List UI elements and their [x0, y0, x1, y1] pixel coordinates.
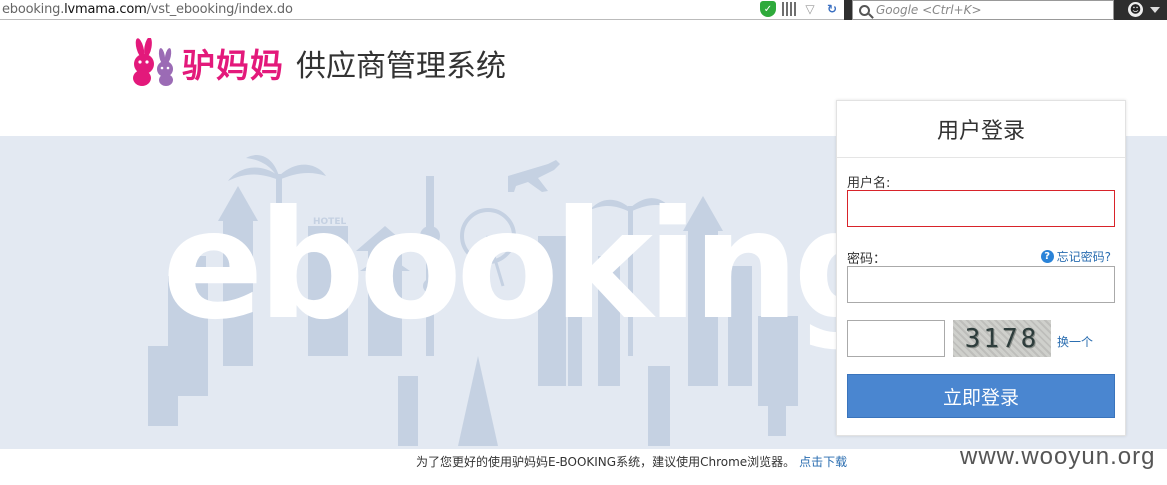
browser-toolbar: ebooking.lvmama.com/vst_ebooking/index.d…: [0, 0, 1167, 20]
watermark: www.wooyun.org: [960, 443, 1156, 470]
username-label: 用户名:: [847, 176, 891, 191]
address-bar[interactable]: ebooking.lvmama.com/vst_ebooking/index.d…: [0, 0, 844, 20]
forgot-password-link[interactable]: ? 忘记密码?: [1040, 248, 1111, 265]
menu-arrow-icon[interactable]: [1150, 7, 1160, 13]
reload-icon[interactable]: ↻: [824, 1, 840, 17]
ebooking-wordmark: ebooking: [162, 179, 901, 353]
captcha-image[interactable]: 3178: [953, 320, 1051, 357]
browser-tip: 为了您更好的使用驴妈妈E-BOOKING系统，建议使用Chrome浏览器。 点击下…: [416, 453, 847, 470]
login-title: 用户登录: [936, 119, 1025, 144]
login-divider: [837, 157, 1125, 158]
bunny-logo-icon: [133, 38, 173, 86]
dropdown-arrow-icon[interactable]: ▽: [802, 1, 818, 17]
password-label: 密码：: [847, 252, 887, 267]
username-input[interactable]: [847, 190, 1115, 227]
browser-tip-text: 为了您更好的使用驴妈妈E-BOOKING系统，建议使用Chrome浏览器。: [416, 455, 796, 469]
login-panel: 用户登录 用户名: 密码： ? 忘记密码? 3178 换一个 立即登录: [836, 100, 1126, 436]
forgot-password-label: 忘记密码?: [1056, 250, 1111, 264]
refresh-captcha-link[interactable]: 换一个: [1057, 333, 1093, 350]
brand-name: 驴妈妈: [182, 46, 284, 85]
search-placeholder: Google <Ctrl+K>: [876, 3, 982, 17]
captcha-input[interactable]: [847, 320, 945, 357]
login-button[interactable]: 立即登录: [847, 374, 1115, 418]
qr-code-icon[interactable]: [782, 2, 796, 16]
help-icon: ?: [1040, 250, 1054, 263]
smiley-icon[interactable]: ☻: [1128, 2, 1143, 17]
address-url[interactable]: ebooking.lvmama.com/vst_ebooking/index.d…: [0, 2, 293, 17]
search-box[interactable]: Google <Ctrl+K>: [852, 0, 1114, 20]
system-title: 供应商管理系统: [296, 49, 506, 84]
logo[interactable]: 驴妈妈 供应商管理系统: [128, 38, 506, 88]
search-icon: [859, 4, 870, 16]
security-shield-icon[interactable]: ✓: [760, 1, 776, 17]
password-input[interactable]: [847, 266, 1115, 303]
captcha-text: 3178: [964, 323, 1040, 354]
download-link[interactable]: 点击下载: [799, 455, 847, 469]
